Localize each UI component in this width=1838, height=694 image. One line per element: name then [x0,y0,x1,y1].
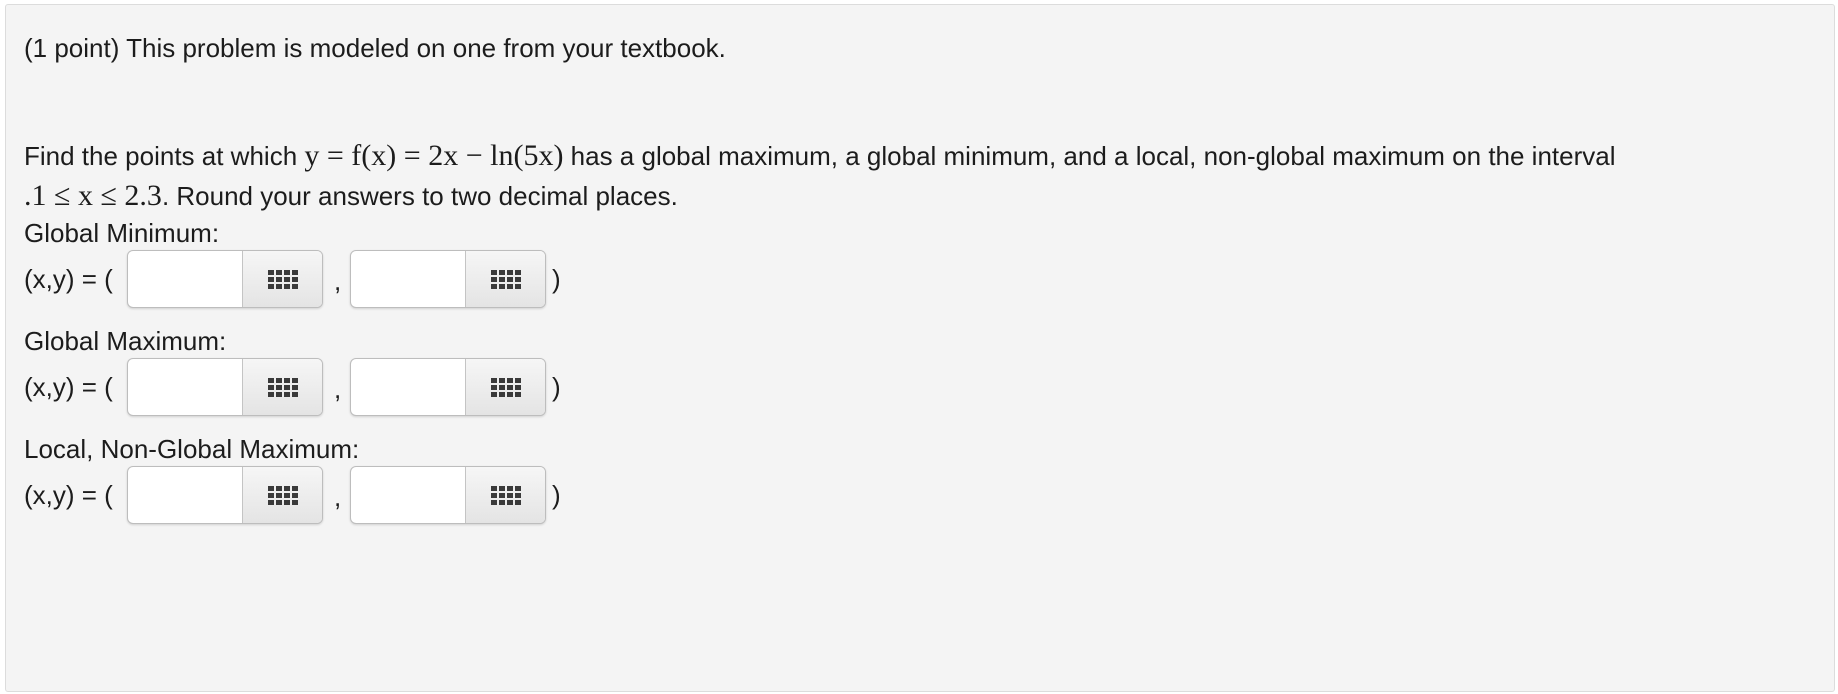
coordinate-separator: , [334,374,342,404]
equation-palette-button[interactable] [465,467,545,523]
equation-palette-button[interactable] [242,251,322,307]
interval-expression: .1 ≤ x ≤ 2.3 [24,179,162,212]
equation-palette-button[interactable] [465,359,545,415]
grid-keypad-icon [267,269,298,289]
global-maximum-y-input[interactable] [351,359,463,415]
coordinate-suffix: ) [552,264,561,294]
coordinate-prefix: (x,y) = ( [24,264,113,294]
statement-middle: has a global maximum, a global minimum, … [563,141,1616,171]
global-maximum-x-input[interactable] [128,359,240,415]
global-minimum-label: Global Minimum: [24,218,220,248]
problem-panel: (1 point) This problem is modeled on one… [5,4,1835,692]
coordinate-suffix: ) [552,480,561,510]
equation-palette-button[interactable] [242,359,322,415]
global-minimum-y-input[interactable] [351,251,463,307]
coordinate-suffix: ) [552,372,561,402]
global-minimum-x-field [127,250,323,308]
equation-palette-button[interactable] [242,467,322,523]
equation-palette-button[interactable] [465,251,545,307]
coordinate-prefix: (x,y) = ( [24,372,113,402]
grid-keypad-icon [490,485,521,505]
coordinate-prefix: (x,y) = ( [24,480,113,510]
global-maximum-y-field [350,358,546,416]
global-minimum-answer-row: (x,y) = ( , ) [24,250,624,310]
local-maximum-y-field [350,466,546,524]
local-maximum-x-input[interactable] [128,467,240,523]
statement-instructions: . Round your answers to two decimal plac… [161,181,678,211]
local-maximum-answer-row: (x,y) = ( , ) [24,466,624,526]
local-maximum-label: Local, Non-Global Maximum: [24,434,360,464]
grid-keypad-icon [490,377,521,397]
local-maximum-y-input[interactable] [351,467,463,523]
coordinate-separator: , [334,482,342,512]
grid-keypad-icon [267,377,298,397]
global-maximum-label: Global Maximum: [24,326,227,356]
coordinate-separator: , [334,266,342,296]
local-maximum-x-field [127,466,323,524]
statement-intro: Find the points at which [24,141,305,171]
grid-keypad-icon [490,269,521,289]
problem-header: (1 point) This problem is modeled on one… [24,33,726,63]
problem-statement: Find the points at which y = f(x) = 2x −… [24,136,1814,216]
global-minimum-y-field [350,250,546,308]
global-maximum-x-field [127,358,323,416]
global-minimum-x-input[interactable] [128,251,240,307]
global-maximum-answer-row: (x,y) = ( , ) [24,358,624,418]
grid-keypad-icon [267,485,298,505]
function-expression: y = f(x) = 2x − ln(5x) [304,139,564,172]
